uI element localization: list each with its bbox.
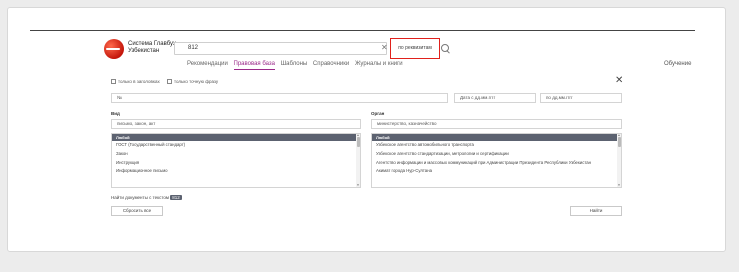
- date-to-field[interactable]: по дд.мм.гггг: [540, 93, 622, 103]
- search-input[interactable]: 812: [174, 42, 387, 55]
- tab-references[interactable]: Справочники: [313, 60, 349, 69]
- found-count-badge: 812: [170, 195, 182, 200]
- found-text: Найти документы с текстом: [111, 195, 169, 200]
- exact-phrase-label[interactable]: только точную фразу: [174, 79, 218, 84]
- tab-legal-base[interactable]: Правовая база: [233, 60, 276, 70]
- organ-filter-input[interactable]: министерство, казначейство: [371, 119, 622, 129]
- tab-templates[interactable]: Шаблоны: [281, 60, 308, 69]
- organ-label: Орган: [371, 111, 385, 116]
- tab-journals[interactable]: Журналы и книги: [355, 60, 403, 69]
- list-item[interactable]: Узбекское агентство автомобильного транс…: [372, 141, 621, 150]
- number-field[interactable]: №: [111, 93, 448, 103]
- found-documents: Найти документы с текстом 812: [111, 195, 182, 200]
- in-titles-label[interactable]: только в заголовках: [118, 79, 160, 84]
- requisites-button[interactable]: по реквизитам: [390, 38, 440, 59]
- type-list-scrollbar[interactable]: ▲ ▼: [356, 134, 360, 187]
- search-icon[interactable]: [440, 43, 452, 55]
- scrollbar-thumb[interactable]: [356, 137, 360, 147]
- scrollbar-thumb[interactable]: [617, 137, 621, 147]
- learning-link[interactable]: Обучение: [664, 60, 691, 69]
- scroll-down-icon[interactable]: ▼: [617, 184, 621, 187]
- find-button[interactable]: Найти: [570, 206, 622, 216]
- logo-line2: Узбекистан: [128, 48, 160, 54]
- exact-phrase-checkbox[interactable]: [166, 79, 172, 85]
- type-filter-input[interactable]: письмо, закон, акт: [111, 119, 361, 129]
- date-from-field[interactable]: Дата с дд.мм.гггг: [454, 93, 536, 103]
- logo-icon: [104, 39, 124, 59]
- clear-search-icon[interactable]: ✕: [381, 44, 388, 52]
- list-item[interactable]: Инструкция: [112, 159, 360, 168]
- list-item[interactable]: Акимат города Нур-Султана: [372, 167, 621, 176]
- type-list-any[interactable]: Любой: [112, 134, 360, 141]
- organ-list-any[interactable]: Любой: [372, 134, 621, 141]
- in-titles-checkbox[interactable]: [111, 79, 116, 85]
- list-item[interactable]: Агентство информации и массовых коммуник…: [372, 159, 621, 167]
- top-divider: [30, 30, 695, 31]
- scroll-down-icon[interactable]: ▼: [356, 184, 360, 187]
- tab-recommendations[interactable]: Рекомендации: [187, 60, 228, 69]
- logo-text: Система Главбух Узбекистан: [128, 41, 176, 55]
- type-label: Вид: [111, 111, 120, 116]
- search-options: только в заголовках только точную фразу: [111, 79, 218, 85]
- list-item[interactable]: Закон: [112, 150, 360, 159]
- logo-line1: Система Главбух: [128, 41, 177, 47]
- list-item[interactable]: Узбекское агентство стандартизации, метр…: [372, 150, 621, 159]
- type-list[interactable]: Любой ГОСТ (Государственный стандарт) За…: [111, 133, 361, 188]
- reset-button[interactable]: Сбросить все: [111, 206, 163, 216]
- organ-list-scrollbar[interactable]: ▲ ▼: [617, 134, 621, 187]
- nav-tabs: Рекомендации Правовая база Шаблоны Справ…: [187, 60, 407, 70]
- list-item[interactable]: Информационное письмо: [112, 167, 360, 176]
- organ-list[interactable]: Любой Узбекское агентство автомобильного…: [371, 133, 622, 188]
- list-item[interactable]: ГОСТ (Государственный стандарт): [112, 141, 360, 150]
- close-icon[interactable]: ✕: [615, 76, 623, 86]
